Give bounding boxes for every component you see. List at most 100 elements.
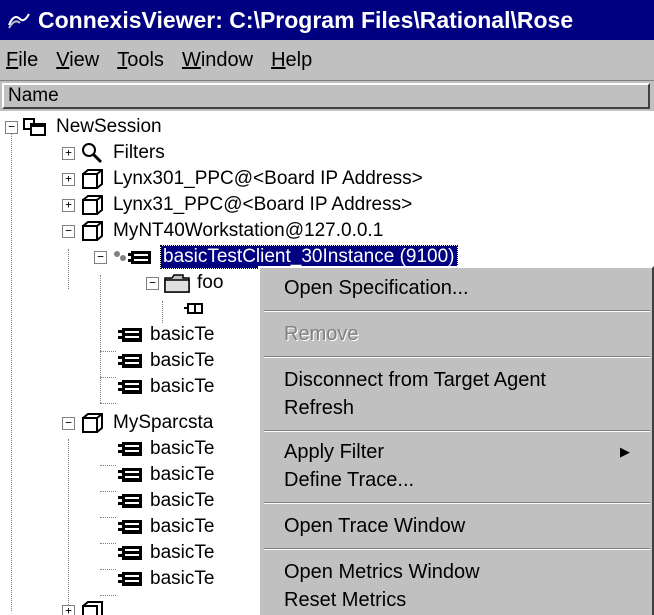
tree-item-basicte-4[interactable]: basicTe — [116, 435, 214, 463]
tree-item-label: MyNT40Workstation@127.0.0.1 — [113, 220, 384, 241]
menu-separator — [264, 548, 650, 550]
tree-item-basicte-9[interactable]: basicTe — [116, 565, 214, 593]
tree-item-filters[interactable]: + Filters — [62, 139, 165, 167]
target-window-icon — [79, 168, 107, 190]
menu-view[interactable]: View — [50, 49, 111, 72]
tree-line — [100, 403, 116, 404]
tree-line — [68, 249, 69, 289]
tree-item-basicte-6[interactable]: basicTe — [116, 487, 214, 515]
tree-item-label: basicTe — [150, 516, 215, 537]
tree-item-newsession[interactable]: − NewSession — [5, 113, 162, 141]
menu-item-refresh[interactable]: Refresh — [284, 394, 354, 422]
connexis-app-icon — [6, 9, 32, 31]
tree-item-label: NewSession — [56, 116, 162, 137]
component-icon — [116, 350, 144, 372]
component-icon — [116, 516, 144, 538]
menu-bar: File View Tools Window Help — [0, 40, 654, 81]
tree-item-foo[interactable]: − foo — [146, 269, 223, 297]
collapse-toggle[interactable]: − — [62, 224, 75, 238]
tree-item-basicte-5[interactable]: basicTe — [116, 461, 214, 489]
tree-item-lynx301[interactable]: + Lynx301_PPC@<Board IP Address> — [62, 165, 423, 193]
tree-item-lynx31[interactable]: + Lynx31_PPC@<Board IP Address> — [62, 191, 412, 219]
tree-item-label: basicTe — [150, 350, 215, 371]
tree-item-label: basicTe — [150, 438, 215, 459]
session-icon — [22, 116, 50, 138]
tree-item-mysparcstation[interactable]: − MySparcsta — [62, 409, 213, 437]
tree-item-label: Filters — [113, 142, 165, 163]
menu-item-apply-filter[interactable]: Apply Filter ▶ — [284, 438, 644, 466]
tree-item-basicte-1[interactable]: basicTe — [116, 321, 214, 349]
menu-tools[interactable]: Tools — [111, 49, 176, 72]
tree-line — [100, 377, 116, 378]
menu-item-open-metrics-window[interactable]: Open Metrics Window — [284, 558, 480, 586]
tree-line — [100, 543, 116, 544]
folder-icon — [163, 272, 191, 294]
menu-separator — [264, 310, 650, 312]
menu-item-label: Open Trace Window — [284, 514, 466, 537]
menu-item-define-trace[interactable]: Define Trace... — [284, 466, 414, 494]
tree-item-label: Lynx31_PPC@<Board IP Address> — [113, 194, 413, 215]
tree-line — [100, 465, 116, 466]
collapse-toggle[interactable]: − — [146, 276, 159, 290]
expand-toggle[interactable]: + — [62, 604, 75, 615]
window-title: ConnexisViewer: C:\Program Files\Rationa… — [38, 6, 574, 33]
title-bar[interactable]: ConnexisViewer: C:\Program Files\Rationa… — [0, 0, 654, 40]
tree-item-basicte-3[interactable]: basicTe — [116, 373, 214, 401]
target-window-icon — [79, 220, 107, 242]
tree-item-label: basicTe — [150, 324, 215, 345]
tree-item-label: basicTe — [150, 490, 215, 511]
menu-file[interactable]: File — [0, 49, 50, 72]
expand-toggle[interactable]: + — [62, 172, 75, 186]
expand-toggle[interactable]: + — [62, 198, 75, 212]
component-icon — [116, 490, 144, 512]
tree-item-label: basicTestClient_30Instance (9100) — [160, 245, 458, 269]
menu-separator — [264, 502, 650, 504]
menu-item-label: Disconnect from Target Agent — [284, 368, 546, 391]
menu-item-disconnect[interactable]: Disconnect from Target Agent — [284, 366, 546, 394]
tree-line — [100, 569, 116, 570]
component-icon — [116, 542, 144, 564]
tree-item-basicte-2[interactable]: basicTe — [116, 347, 214, 375]
menu-window[interactable]: Window — [176, 49, 265, 72]
expand-toggle[interactable]: + — [62, 146, 75, 160]
component-icon — [116, 464, 144, 486]
submenu-arrow-icon: ▶ — [620, 444, 630, 459]
tree-item-label: basicTe — [150, 568, 215, 589]
tree-line — [162, 301, 163, 323]
menu-help[interactable]: Help — [265, 49, 324, 72]
menu-item-remove: Remove — [284, 320, 358, 348]
target-window-icon — [79, 412, 107, 434]
tree-item-mynt40workstation[interactable]: − MyNT40Workstation@127.0.0.1 — [62, 217, 383, 245]
menu-separator — [264, 356, 650, 358]
column-header-name[interactable]: Name — [2, 83, 650, 109]
menu-item-label: Apply Filter — [284, 440, 385, 463]
tree-item-label: Lynx301_PPC@<Board IP Address> — [113, 168, 423, 189]
component-icon — [116, 438, 144, 460]
tree-item-port[interactable] — [184, 295, 218, 323]
menu-item-label: Open Metrics Window — [284, 560, 480, 583]
collapse-toggle[interactable]: − — [5, 120, 18, 134]
tree-item-partial[interactable]: + — [62, 597, 113, 615]
menu-item-open-specification[interactable]: Open Specification... — [284, 274, 469, 302]
tree-item-label: basicTe — [150, 542, 215, 563]
menu-separator — [264, 430, 650, 432]
target-window-icon — [79, 600, 107, 615]
tree-item-basicte-7[interactable]: basicTe — [116, 513, 214, 541]
component-icon — [116, 376, 144, 398]
target-window-icon — [79, 194, 107, 216]
collapse-toggle[interactable]: − — [62, 416, 75, 430]
menu-item-label: Define Trace... — [284, 468, 415, 491]
menu-item-label: Reset Metrics — [284, 588, 407, 611]
tree-line — [100, 491, 116, 492]
tree-line — [68, 439, 69, 609]
collapse-toggle[interactable]: − — [94, 250, 107, 264]
tree-line — [11, 131, 12, 611]
tree-item-label: basicTe — [150, 376, 215, 397]
menu-item-open-trace-window[interactable]: Open Trace Window — [284, 512, 465, 540]
tree-line — [100, 595, 116, 596]
menu-item-reset-metrics[interactable]: Reset Metrics — [284, 586, 406, 614]
tree-item-basicte-8[interactable]: basicTe — [116, 539, 214, 567]
tree-line — [100, 275, 101, 403]
tree-header-area: Name — [0, 81, 654, 111]
port-icon — [184, 298, 212, 320]
